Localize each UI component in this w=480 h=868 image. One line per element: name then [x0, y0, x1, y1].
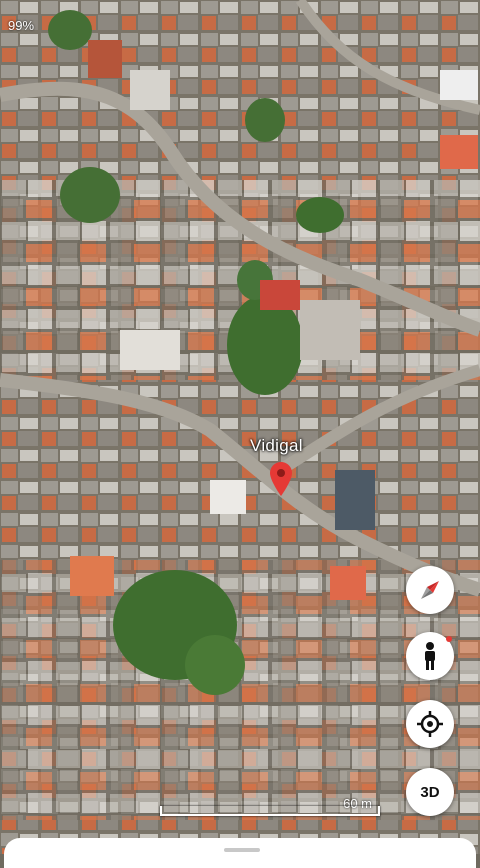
vegetation	[296, 197, 344, 233]
3d-view-button[interactable]: 3D	[406, 768, 454, 816]
scale-bar-line	[160, 806, 380, 816]
my-location-button[interactable]	[406, 700, 454, 748]
location-pin-icon[interactable]	[270, 462, 292, 496]
vegetation	[185, 635, 245, 695]
vegetation	[48, 10, 92, 50]
pegman-icon	[425, 642, 435, 670]
vegetation	[60, 167, 120, 223]
bottom-sheet[interactable]	[4, 838, 476, 868]
notification-dot	[446, 636, 452, 642]
place-label[interactable]: Vidigal	[250, 436, 303, 456]
compass-button[interactable]	[406, 566, 454, 614]
my-location-icon	[417, 711, 443, 737]
vegetation	[245, 98, 285, 142]
sheet-drag-handle[interactable]	[224, 848, 260, 852]
compass-icon	[421, 581, 439, 599]
battery-indicator: 99%	[8, 18, 35, 33]
scale-bar: 60 m	[160, 796, 380, 820]
